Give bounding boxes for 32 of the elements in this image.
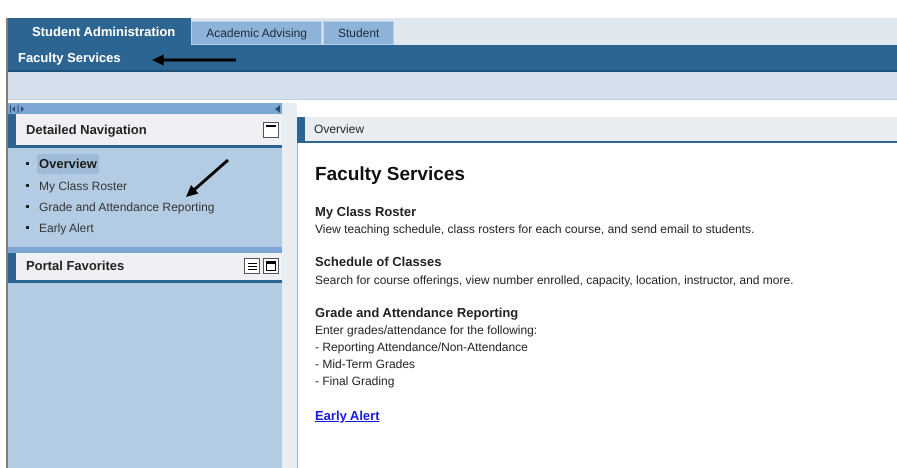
- nav-link[interactable]: Early Alert: [37, 218, 96, 236]
- collapse-left-icon[interactable]: [275, 104, 280, 112]
- content-tab-title: Overview: [314, 121, 364, 138]
- panel-title: Portal Favorites: [26, 257, 124, 276]
- section-title: Schedule of Classes: [315, 253, 442, 271]
- page-heading: Faculty Services: [315, 163, 466, 187]
- section-text: - Reporting Attendance/Non-Attendance: [315, 339, 529, 356]
- section-text: - Mid-Term Grades: [315, 356, 416, 373]
- section-title: Grade and Attendance Reporting: [315, 304, 520, 322]
- section-text: - Final Grading: [315, 373, 396, 390]
- early-alert-link[interactable]: Early Alert: [315, 406, 380, 426]
- bullet-icon: [26, 162, 29, 166]
- nav-link[interactable]: Overview: [37, 154, 99, 174]
- panel-title: Detailed Navigation: [26, 120, 147, 139]
- bullet-icon: [26, 205, 29, 208]
- maximize-icon[interactable]: [263, 258, 279, 274]
- list-icon[interactable]: [244, 258, 260, 274]
- scroll-arrows-icon[interactable]: [10, 104, 26, 112]
- nav-link[interactable]: Grade and Attendance Reporting: [37, 198, 216, 216]
- minimize-icon[interactable]: [263, 122, 279, 138]
- subnav-item[interactable]: Faculty Services: [18, 48, 121, 68]
- nav-link[interactable]: My Class Roster: [37, 176, 130, 194]
- tab[interactable]: Academic Advising: [191, 21, 322, 45]
- section-text: Search for course offerings, view number enrolled, capacity, location, instructor, and more.: [315, 272, 794, 288]
- tab[interactable]: Student Administration: [16, 18, 192, 45]
- section-title: My Class Roster: [315, 202, 418, 221]
- tab[interactable]: Student: [322, 21, 394, 45]
- annotation-arrow: [186, 158, 229, 197]
- bullet-icon: [26, 184, 29, 187]
- section-text: View teaching schedule, class rosters for each course, and send email to students.: [315, 221, 756, 238]
- bullet-icon: [26, 226, 29, 229]
- section-text: Enter grades/attendance for the following:: [315, 322, 538, 339]
